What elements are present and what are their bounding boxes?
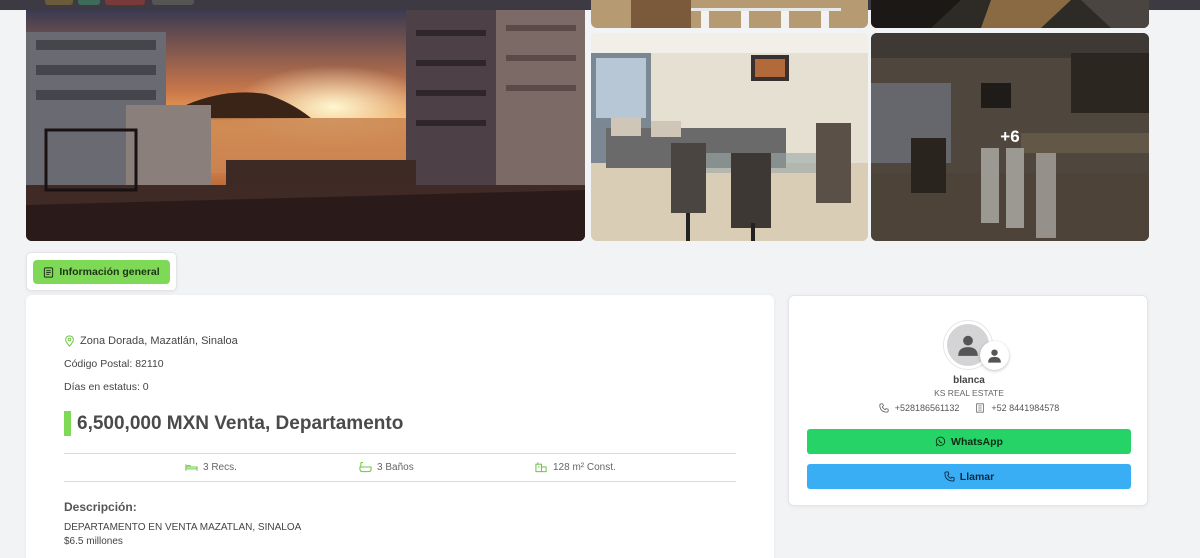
days-status-row: Días en estatus: 0 <box>64 381 149 393</box>
divider-bottom <box>64 481 736 482</box>
postal-code-label: Código Postal: <box>64 358 133 370</box>
whatsapp-icon <box>935 436 946 447</box>
sunset-pool-photo <box>26 10 585 241</box>
construction-text: 128 m² Const. <box>553 461 616 473</box>
bed-icon <box>185 464 198 471</box>
document-icon <box>44 266 54 278</box>
phone-call-icon <box>944 471 955 482</box>
browser-tab-chip <box>78 0 100 5</box>
agent-card: blanca KS REAL ESTATE +528186561132 +52 … <box>788 295 1148 506</box>
baths-text: 3 Baños <box>377 461 414 473</box>
gallery-main-photo[interactable] <box>26 10 585 241</box>
gallery-photo-living[interactable] <box>591 33 868 241</box>
whatsapp-button[interactable]: WhatsApp <box>807 429 1131 454</box>
living-room-photo <box>591 33 868 241</box>
feature-rooms: 3 Recs. <box>185 461 237 473</box>
days-status-label: Días en estatus: <box>64 381 140 393</box>
agent-name: blanca <box>953 375 985 386</box>
description-line-2: $6.5 millones <box>64 536 123 547</box>
divider-top <box>64 453 736 454</box>
description-title: Descripción: <box>64 500 137 514</box>
phone-icon <box>879 403 889 413</box>
postal-code-value: 82110 <box>135 358 164 370</box>
price-text: 6,500,000 MXN Venta, Departamento <box>77 412 404 434</box>
phone-1-text[interactable]: +528186561132 <box>895 403 960 413</box>
more-photos-count: +6 <box>1000 127 1020 146</box>
rooms-text: 3 Recs. <box>203 461 237 473</box>
tabs-container: Información general <box>26 252 177 291</box>
description-text: DEPARTAMENTO EN VENTA MAZATLAN, SINALOA … <box>64 521 301 549</box>
more-photos-overlay[interactable]: +6 <box>871 33 1149 241</box>
description-line-1: DEPARTAMENTO EN VENTA MAZATLAN, SINALOA <box>64 522 302 533</box>
agency-name: KS REAL ESTATE <box>934 388 1004 398</box>
location-pin-icon <box>65 335 74 347</box>
gallery-photo-more[interactable]: +6 <box>871 33 1149 241</box>
tab-general-info[interactable]: Información general <box>33 260 170 284</box>
bath-icon <box>359 461 372 473</box>
gallery-photo-top-1[interactable] <box>591 0 868 28</box>
kitchen-photo <box>591 0 868 28</box>
agency-avatar <box>980 341 1009 370</box>
feature-baths: 3 Baños <box>359 461 414 473</box>
property-location: Zona Dorada, Mazatlán, Sinaloa <box>64 335 238 347</box>
tab-general-info-label: Información general <box>59 266 160 278</box>
price-accent-bar <box>64 411 71 436</box>
agent-phones: +528186561132 +52 8441984578 <box>789 403 1149 413</box>
gallery-photo-top-2[interactable] <box>871 0 1149 28</box>
property-info-card: Zona Dorada, Mazatlán, Sinaloa Código Po… <box>26 295 774 558</box>
user-icon <box>958 335 978 356</box>
user-small-icon <box>988 349 1001 363</box>
call-label: Llamar <box>959 470 995 483</box>
postal-code-row: Código Postal: 82110 <box>64 358 164 370</box>
days-status-value: 0 <box>142 381 149 393</box>
browser-tab-chip <box>152 0 194 5</box>
browser-tab-chip <box>105 0 145 5</box>
whatsapp-label: WhatsApp <box>951 435 1003 448</box>
call-button[interactable]: Llamar <box>807 464 1131 489</box>
phone-2-text[interactable]: +52 8441984578 <box>991 403 1059 413</box>
stone-photo <box>871 0 1149 28</box>
browser-tab-chip <box>45 0 73 5</box>
feature-construction: 128 m² Const. <box>535 461 616 473</box>
building-icon <box>535 462 547 473</box>
office-phone-icon <box>976 403 985 413</box>
price-heading: 6,500,000 MXN Venta, Departamento <box>64 411 403 436</box>
location-text: Zona Dorada, Mazatlán, Sinaloa <box>80 335 238 347</box>
